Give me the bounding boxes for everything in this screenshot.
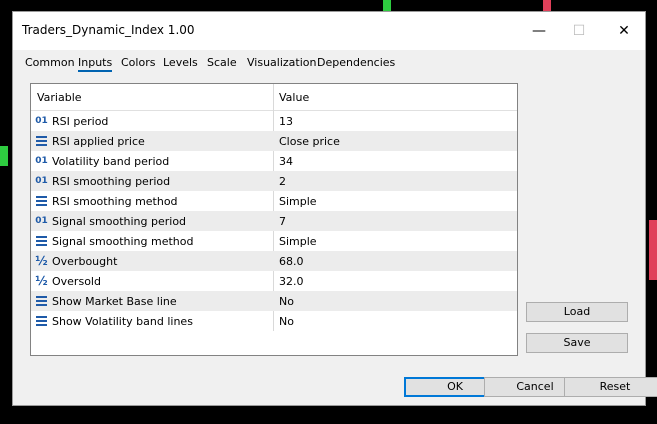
tab-scale[interactable]: Scale	[207, 56, 237, 69]
enum-list-icon	[35, 194, 48, 208]
save-button[interactable]: Save	[526, 333, 628, 353]
tab-bar: Common Inputs Colors Levels Scale Visual…	[13, 50, 645, 76]
variable-name: Volatility band period	[52, 155, 170, 168]
variable-value[interactable]: 68.0	[279, 255, 304, 268]
chart-candle	[649, 220, 657, 280]
variable-value[interactable]: 32.0	[279, 275, 304, 288]
variable-value[interactable]: No	[279, 315, 294, 328]
variable-name: Signal smoothing method	[52, 235, 194, 248]
tab-colors[interactable]: Colors	[121, 56, 155, 69]
variable-name: RSI applied price	[52, 135, 145, 148]
table-header: Variable Value	[31, 84, 517, 111]
variable-value[interactable]: Simple	[279, 195, 317, 208]
enum-list-icon	[35, 294, 48, 308]
window-title: Traders_Dynamic_Index 1.00	[22, 23, 195, 37]
variable-name: RSI smoothing method	[52, 195, 178, 208]
integer-type-icon: 01	[35, 176, 48, 186]
variable-name: Overbought	[52, 255, 118, 268]
variable-name: RSI period	[52, 115, 109, 128]
double-type-icon: ½	[35, 254, 48, 268]
close-icon[interactable]: ✕	[614, 21, 634, 41]
inputs-table: Variable Value 01 RSI period 13 RSI applied…	[30, 83, 518, 356]
tab-dependencies[interactable]: Dependencies	[317, 56, 395, 69]
variable-name: Show Market Base line	[52, 295, 177, 308]
variable-name: Oversold	[52, 275, 101, 288]
variable-value[interactable]: 13	[279, 115, 293, 128]
variable-value[interactable]: Close price	[279, 135, 340, 148]
variable-value[interactable]: 2	[279, 175, 286, 188]
tab-inputs[interactable]: Inputs	[78, 56, 113, 72]
chart-candle	[0, 146, 8, 166]
integer-type-icon: 01	[35, 116, 48, 126]
column-header-variable[interactable]: Variable	[37, 91, 82, 104]
table-row[interactable]: 01 Volatility band period 34	[31, 151, 517, 171]
enum-list-icon	[35, 234, 48, 248]
table-row[interactable]: ½ Overbought 68.0	[31, 251, 517, 271]
variable-name: Signal smoothing period	[52, 215, 187, 228]
table-row[interactable]: RSI applied price Close price	[31, 131, 517, 151]
table-row[interactable]: 01 RSI period 13	[31, 111, 517, 131]
load-button[interactable]: Load	[526, 302, 628, 322]
minimize-icon[interactable]: —	[529, 21, 549, 41]
variable-name: RSI smoothing period	[52, 175, 171, 188]
enum-list-icon	[35, 134, 48, 148]
enum-list-icon	[35, 314, 48, 328]
variable-value[interactable]: No	[279, 295, 294, 308]
reset-button[interactable]: Reset	[564, 377, 657, 397]
integer-type-icon: 01	[35, 216, 48, 226]
tab-levels[interactable]: Levels	[163, 56, 198, 69]
integer-type-icon: 01	[35, 156, 48, 166]
title-bar[interactable]: Traders_Dynamic_Index 1.00 — ☐ ✕	[13, 12, 645, 50]
table-row[interactable]: Show Volatility band lines No	[31, 311, 517, 331]
variable-value[interactable]: 7	[279, 215, 286, 228]
variable-value[interactable]: 34	[279, 155, 293, 168]
variable-value[interactable]: Simple	[279, 235, 317, 248]
dialog-window: Traders_Dynamic_Index 1.00 — ☐ ✕ Common …	[12, 11, 657, 406]
variable-name: Show Volatility band lines	[52, 315, 193, 328]
table-row[interactable]: RSI smoothing method Simple	[31, 191, 517, 211]
table-row[interactable]: Show Market Base line No	[31, 291, 517, 311]
tab-visualization[interactable]: Visualization	[247, 56, 316, 69]
column-header-value[interactable]: Value	[279, 91, 309, 104]
table-row[interactable]: 01 RSI smoothing period 2	[31, 171, 517, 191]
double-type-icon: ½	[35, 274, 48, 288]
table-row[interactable]: 01 Signal smoothing period 7	[31, 211, 517, 231]
table-row[interactable]: Signal smoothing method Simple	[31, 231, 517, 251]
maximize-icon: ☐	[572, 23, 586, 39]
table-row[interactable]: ½ Oversold 32.0	[31, 271, 517, 291]
tab-common[interactable]: Common	[25, 56, 75, 69]
